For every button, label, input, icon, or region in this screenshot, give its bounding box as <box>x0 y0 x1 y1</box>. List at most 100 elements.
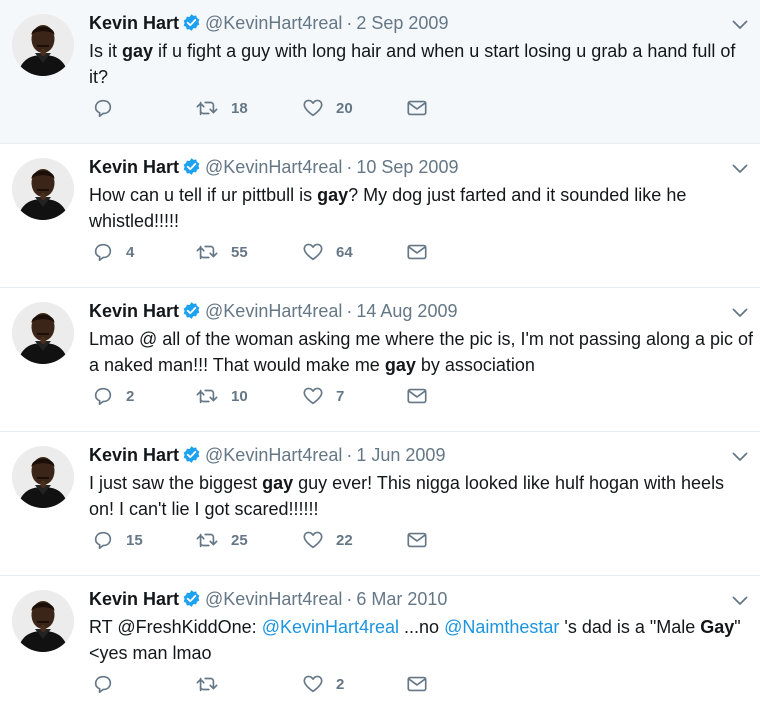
highlighted-term: gay <box>122 41 154 61</box>
reply-button[interactable]: 4 <box>92 240 134 264</box>
avatar[interactable] <box>12 302 74 364</box>
caret-down-icon[interactable] <box>732 18 748 30</box>
mention-link[interactable]: @Naimthestar <box>444 617 559 637</box>
tweet[interactable]: Kevin Hart @KevinHart4real · 10 Sep 2009 Ho… <box>0 144 760 288</box>
caret-down-icon[interactable] <box>732 306 748 318</box>
author-name[interactable]: Kevin Hart <box>89 589 179 609</box>
retweet-button[interactable]: 10 <box>195 384 248 408</box>
tweet[interactable]: Kevin Hart @KevinHart4real · 6 Mar 2010 RT … <box>0 576 760 719</box>
tweet-date[interactable]: 1 Jun 2009 <box>356 445 445 465</box>
direct-message-button[interactable] <box>406 528 428 552</box>
tweet-header: Kevin Hart @KevinHart4real · 6 Mar 2010 <box>89 588 447 613</box>
tweet-header: Kevin Hart @KevinHart4real · 14 Aug 2009 <box>89 300 457 325</box>
avatar[interactable] <box>12 446 74 508</box>
reply-icon <box>92 385 114 407</box>
tweet-header: Kevin Hart @KevinHart4real · 10 Sep 2009 <box>89 156 458 181</box>
tweet-text: How can u tell if ur pittbull is gay? My… <box>89 182 754 234</box>
author-handle[interactable]: @KevinHart4real <box>205 157 342 177</box>
tweet-header: Kevin Hart @KevinHart4real · 2 Sep 2009 <box>89 12 448 37</box>
highlighted-term: gay <box>384 355 416 375</box>
reply-count: 4 <box>126 243 135 261</box>
author-handle[interactable]: @KevinHart4real <box>205 445 342 465</box>
tweet[interactable]: Kevin Hart @KevinHart4real · 2 Sep 2009 Is … <box>0 0 760 144</box>
avatar[interactable] <box>12 590 74 652</box>
retweet-count: 55 <box>231 243 248 261</box>
reply-icon <box>92 529 114 551</box>
like-icon <box>302 529 324 551</box>
highlighted-term: Gay <box>700 617 735 637</box>
reply-button[interactable] <box>92 96 126 120</box>
tweet-actions: 15 25 22 <box>92 528 492 552</box>
like-count: 2 <box>336 675 345 693</box>
direct-message-button[interactable] <box>406 96 428 120</box>
tweet-text-segment: How can u tell if ur pittbull is <box>89 185 318 205</box>
tweet-date[interactable]: 10 Sep 2009 <box>356 157 458 177</box>
author-handle[interactable]: @KevinHart4real <box>205 301 342 321</box>
reply-count: 15 <box>126 531 143 549</box>
like-icon <box>302 385 324 407</box>
caret-down-icon[interactable] <box>732 594 748 606</box>
highlighted-term: gay <box>262 473 294 493</box>
retweet-count: 25 <box>231 531 248 549</box>
verified-badge-icon <box>182 13 201 37</box>
tweet-actions: 2 10 7 <box>92 384 492 408</box>
like-button[interactable]: 7 <box>302 384 344 408</box>
reply-count: 2 <box>126 387 135 405</box>
like-icon <box>302 673 324 695</box>
retweet-button[interactable]: 25 <box>195 528 248 552</box>
tweet-text-segment: Is it <box>89 41 123 61</box>
direct-message-icon <box>406 241 428 263</box>
tweet-text-segment: if u fight a guy with long hair and when… <box>89 41 736 87</box>
caret-down-icon[interactable] <box>732 450 748 462</box>
tweet-text-segment: RT @FreshKiddOne: <box>89 617 262 637</box>
retweet-button[interactable]: 55 <box>195 240 248 264</box>
tweet-date[interactable]: 14 Aug 2009 <box>356 301 457 321</box>
reply-button[interactable]: 15 <box>92 528 143 552</box>
retweet-icon <box>195 529 219 551</box>
mention-link[interactable]: @KevinHart4real <box>262 617 399 637</box>
author-name[interactable]: Kevin Hart <box>89 301 179 321</box>
tweet-date[interactable]: 2 Sep 2009 <box>356 13 448 33</box>
like-button[interactable]: 22 <box>302 528 353 552</box>
like-button[interactable]: 64 <box>302 240 353 264</box>
author-name[interactable]: Kevin Hart <box>89 445 179 465</box>
like-count: 64 <box>336 243 353 261</box>
avatar[interactable] <box>12 14 74 76</box>
retweet-icon <box>195 97 219 119</box>
verified-badge-icon <box>182 589 201 613</box>
avatar[interactable] <box>12 158 74 220</box>
direct-message-icon <box>406 97 428 119</box>
tweet-text: Is it gay if u fight a guy with long hai… <box>89 38 754 90</box>
direct-message-button[interactable] <box>406 384 428 408</box>
author-name[interactable]: Kevin Hart <box>89 157 179 177</box>
highlighted-term: gay <box>317 185 349 205</box>
retweet-button[interactable]: 18 <box>195 96 248 120</box>
like-icon <box>302 97 324 119</box>
tweet[interactable]: Kevin Hart @KevinHart4real · 1 Jun 2009 I j… <box>0 432 760 576</box>
author-handle[interactable]: @KevinHart4real <box>205 589 342 609</box>
retweet-count: 10 <box>231 387 248 405</box>
author-name[interactable]: Kevin Hart <box>89 13 179 33</box>
reply-icon <box>92 97 114 119</box>
like-count: 20 <box>336 99 353 117</box>
direct-message-button[interactable] <box>406 240 428 264</box>
like-count: 22 <box>336 531 353 549</box>
separator-dot: · <box>346 157 353 177</box>
tweet-text-segment: I just saw the biggest <box>89 473 263 493</box>
direct-message-icon <box>406 529 428 551</box>
caret-down-icon[interactable] <box>732 162 748 174</box>
tweet-header: Kevin Hart @KevinHart4real · 1 Jun 2009 <box>89 444 445 469</box>
retweet-icon <box>195 673 219 695</box>
reply-button[interactable] <box>92 672 126 696</box>
tweet[interactable]: Kevin Hart @KevinHart4real · 14 Aug 2009 Lm… <box>0 288 760 432</box>
like-button[interactable]: 2 <box>302 672 344 696</box>
direct-message-button[interactable] <box>406 672 428 696</box>
reply-button[interactable]: 2 <box>92 384 134 408</box>
direct-message-icon <box>406 385 428 407</box>
like-button[interactable]: 20 <box>302 96 353 120</box>
author-handle[interactable]: @KevinHart4real <box>205 13 342 33</box>
retweet-button[interactable] <box>195 672 231 696</box>
verified-badge-icon <box>182 301 201 325</box>
direct-message-icon <box>406 673 428 695</box>
tweet-date[interactable]: 6 Mar 2010 <box>356 589 447 609</box>
